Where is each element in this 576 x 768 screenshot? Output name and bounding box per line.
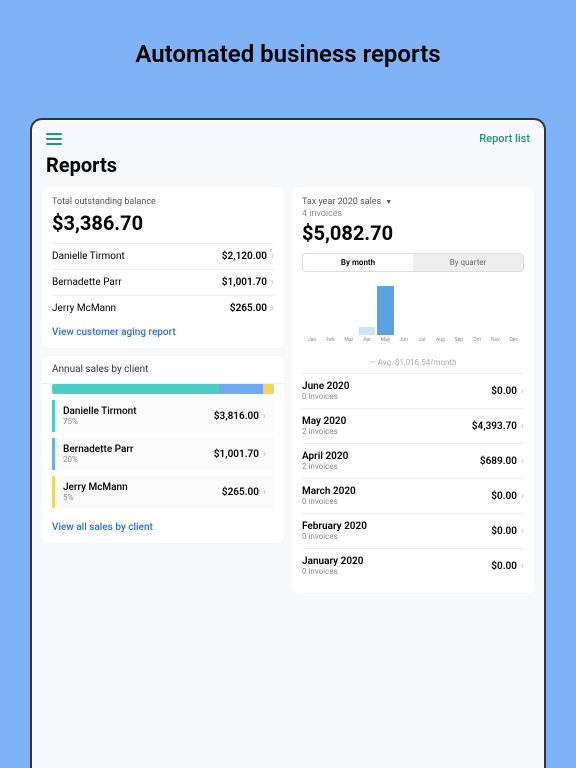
month-invoices: 2 invoices <box>302 462 348 471</box>
client-row[interactable]: Bernadette Parr20% $1,001.70 › <box>52 438 274 470</box>
month-row[interactable]: May 20202 invoices $4,393.70 › <box>302 409 524 444</box>
dropdown-label: Tax year 2020 sales <box>302 197 381 207</box>
chevron-right-icon: › <box>521 456 524 467</box>
chevron-right-icon: › <box>521 526 524 537</box>
outstanding-total: $3,386.70 <box>52 211 274 235</box>
avg-label: Avg: $1,016.54/month <box>302 354 524 374</box>
tax-total: $5,082.70 <box>302 221 524 245</box>
month-name: January 2020 <box>302 556 363 567</box>
chevron-right-icon: › <box>263 487 266 498</box>
chevron-right-icon: › <box>521 561 524 572</box>
monthly-chart: JanFebMarAprMayJunJulAugSepOctNovDec <box>302 280 524 350</box>
client-amount: $1,001.70 <box>214 449 259 460</box>
annual-sales-header: Annual sales by client <box>42 356 284 384</box>
client-amount: $1,001.70 <box>222 277 267 288</box>
outstanding-card: Total outstanding balance $3,386.70 Dani… <box>42 187 284 348</box>
month-amount: $0.00 <box>491 561 517 572</box>
client-name: Bernadette Parr <box>52 277 122 288</box>
client-row[interactable]: Jerry McMann5% $265.00 › <box>52 476 274 508</box>
month-amount: $0.00 <box>491 526 517 537</box>
chevron-right-icon: › <box>521 491 524 502</box>
chevron-right-icon: › <box>271 277 274 288</box>
top-bar: Report list <box>40 128 536 153</box>
seg-by-quarter[interactable]: By quarter <box>413 254 523 271</box>
client-name: Bernadette Parr <box>63 444 133 455</box>
month-invoices: 2 invoices <box>302 427 346 436</box>
client-name: Danielle Tirmont <box>63 406 137 417</box>
client-amount: $265.00 <box>230 303 267 314</box>
chevron-right-icon: › <box>521 386 524 397</box>
month-name: June 2020 <box>302 381 349 392</box>
outstanding-row[interactable]: Bernadette Parr $1,001.70 › <box>52 269 274 295</box>
client-name: Danielle Tirmont <box>52 251 125 262</box>
month-invoices: 0 invoices <box>302 567 363 576</box>
client-pct: 75% <box>63 417 137 426</box>
month-amount: $689.00 <box>480 456 517 467</box>
month-row[interactable]: April 20202 invoices $689.00 › <box>302 444 524 479</box>
chevron-down-icon: ▼ <box>385 198 392 206</box>
chevron-right-icon: › <box>521 421 524 432</box>
month-name: May 2020 <box>302 416 346 427</box>
tax-year-card: Tax year 2020 sales ▼ 4 invoices $5,082.… <box>292 187 534 593</box>
segment-control: By month By quarter <box>302 253 524 272</box>
chevron-right-icon: › <box>263 411 266 422</box>
month-name: April 2020 <box>302 451 348 462</box>
month-amount: $0.00 <box>491 491 517 502</box>
seg-by-month[interactable]: By month <box>303 254 413 271</box>
outstanding-row[interactable]: Jerry McMann $265.00 › <box>52 295 274 321</box>
page-title: Reports <box>40 153 536 187</box>
aging-report-link[interactable]: View customer aging report <box>52 321 274 338</box>
client-amount: $3,816.00 <box>214 411 259 422</box>
chevron-right-icon: › <box>271 303 274 314</box>
month-name: February 2020 <box>302 521 367 532</box>
outstanding-label: Total outstanding balance <box>52 197 274 207</box>
month-invoices: 0 invoices <box>302 532 367 541</box>
month-row[interactable]: March 20200 invoices $0.00 › <box>302 479 524 514</box>
stacked-bar <box>52 384 274 394</box>
month-row[interactable]: January 20200 invoices $0.00 › <box>302 549 524 583</box>
client-pct: 20% <box>63 455 133 464</box>
month-invoices: 0 invoices <box>302 392 349 401</box>
client-pct: 5% <box>63 493 128 502</box>
month-amount: $4,393.70 <box>472 421 517 432</box>
month-invoices: 0 invoices <box>302 497 356 506</box>
annual-sales-card: Annual sales by client Danielle Tirmont7… <box>42 356 284 543</box>
report-list-link[interactable]: Report list <box>479 132 530 145</box>
chevron-right-icon: › <box>271 251 274 262</box>
client-name: Jerry McMann <box>52 303 116 314</box>
marketing-headline: Automated business reports <box>0 0 576 118</box>
invoice-count: 4 invoices <box>302 209 524 219</box>
month-name: March 2020 <box>302 486 356 497</box>
tax-year-dropdown[interactable]: Tax year 2020 sales ▼ <box>302 197 524 207</box>
month-amount: $0.00 <box>491 386 517 397</box>
client-row[interactable]: Danielle Tirmont75% $3,816.00 › <box>52 400 274 432</box>
chevron-right-icon: › <box>263 449 266 460</box>
month-row[interactable]: June 20200 invoices $0.00 › <box>302 374 524 409</box>
tablet-frame: Report list Reports Total outstanding ba… <box>30 118 546 768</box>
menu-icon[interactable] <box>46 133 62 145</box>
client-name: Jerry McMann <box>63 482 128 493</box>
client-amount: $2,120.00 <box>222 251 267 262</box>
all-sales-link[interactable]: View all sales by client <box>42 514 284 543</box>
client-amount: $265.00 <box>222 487 259 498</box>
outstanding-row[interactable]: Danielle Tirmont $2,120.00 › <box>52 243 274 269</box>
chart-x-labels: JanFebMarAprMayJunJulAugSepOctNovDec <box>302 335 524 343</box>
month-row[interactable]: February 20200 invoices $0.00 › <box>302 514 524 549</box>
